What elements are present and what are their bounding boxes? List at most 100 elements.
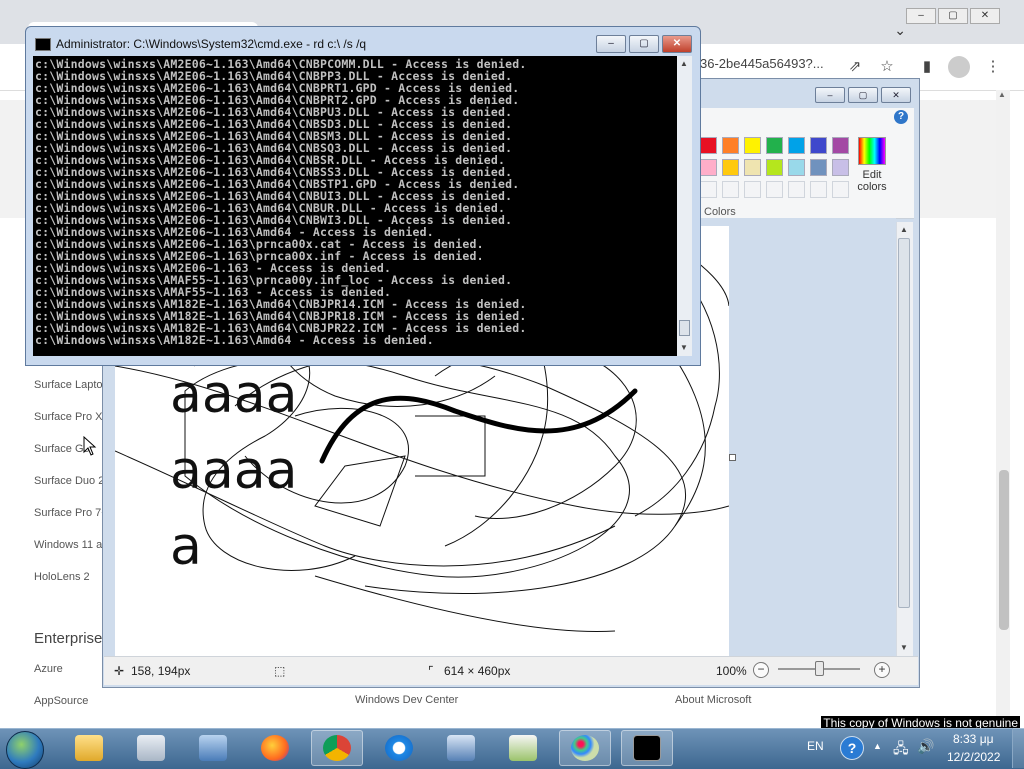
calculator-icon <box>137 735 165 761</box>
color-swatch[interactable] <box>788 159 805 176</box>
browser-window-controls: – ▢ ✕ <box>906 8 1000 24</box>
zoom-slider-thumb[interactable] <box>815 661 824 676</box>
color-swatch[interactable] <box>744 137 761 154</box>
edit-colors-label: Edit colors <box>857 169 887 193</box>
color-swatch[interactable] <box>788 137 805 154</box>
cmd-maximize-button[interactable]: ▢ <box>629 35 659 53</box>
zoom-out-button[interactable]: − <box>753 662 769 678</box>
cmd-window-title: Administrator: C:\Windows\System32\cmd.e… <box>56 37 367 51</box>
star-icon[interactable]: ☆ <box>876 56 898 78</box>
color-swatch[interactable] <box>832 159 849 176</box>
browser-scroll-thumb[interactable] <box>999 470 1009 630</box>
empty-color-swatch[interactable] <box>722 181 739 198</box>
chevron-down-icon[interactable]: ⌄ <box>894 22 906 39</box>
link-surface-duo[interactable]: Surface Duo 2 <box>34 475 104 487</box>
show-desktop-button[interactable] <box>1012 728 1024 768</box>
color-swatch[interactable] <box>766 137 783 154</box>
cmd-minimize-button[interactable]: – <box>596 35 626 53</box>
edit-colors-button[interactable]: Edit colors <box>852 134 892 204</box>
browser-scrollbar[interactable] <box>996 90 1010 728</box>
cursor-position: 158, 194px <box>131 664 191 678</box>
link-about-microsoft[interactable]: About Microsoft <box>675 694 751 706</box>
network-icon[interactable]: 🖧 <box>893 738 909 762</box>
link-surface-laptop[interactable]: Surface Laptop <box>34 379 109 391</box>
mouse-cursor-icon <box>83 436 97 456</box>
scroll-up-icon[interactable]: ▲ <box>900 225 908 234</box>
canvas-text-line-1: aaaa <box>170 365 297 425</box>
close-button[interactable]: ✕ <box>970 8 1000 24</box>
link-azure[interactable]: Azure <box>34 663 63 675</box>
link-windows-11[interactable]: Windows 11 a <box>34 539 102 551</box>
paint-status-bar: ✛ 158, 194px ⬚ ⌜ 614 × 460px 100% <box>104 656 918 685</box>
empty-color-swatch[interactable] <box>832 181 849 198</box>
zoom-in-button[interactable]: + <box>874 662 890 678</box>
profile-avatar[interactable] <box>948 56 970 78</box>
show-hidden-icons-icon[interactable]: ▲ <box>873 741 882 751</box>
empty-color-swatch[interactable] <box>810 181 827 198</box>
more-menu-icon[interactable]: ⋮ <box>982 56 1004 78</box>
language-indicator[interactable]: EN <box>807 739 824 753</box>
color-swatch[interactable] <box>766 159 783 176</box>
clock-date[interactable]: 12/2/2022 <box>947 750 1000 764</box>
enterprise-heading: Enterprise <box>34 630 103 647</box>
cmd-icon <box>633 735 661 761</box>
link-windows-dev-center[interactable]: Windows Dev Center <box>355 694 458 706</box>
volume-icon[interactable]: 🔊 <box>917 738 934 755</box>
help-icon[interactable]: ? <box>894 110 908 124</box>
paint-minimize-button[interactable]: – <box>815 87 845 103</box>
empty-color-swatch[interactable] <box>766 181 783 198</box>
windows-explorer-icon <box>75 735 103 761</box>
paint-icon <box>571 735 599 761</box>
scroll-up-icon[interactable]: ▲ <box>998 90 1006 99</box>
paint-close-button[interactable]: ✕ <box>881 87 911 103</box>
color-swatch[interactable] <box>700 137 717 154</box>
canvas-text-line-2: aaaa <box>170 441 297 501</box>
link-surface-go[interactable]: Surface Go <box>34 443 90 455</box>
rainbow-icon <box>858 137 886 165</box>
scroll-down-icon[interactable]: ▼ <box>900 643 908 652</box>
scroll-up-icon[interactable]: ▲ <box>680 59 688 68</box>
color-swatch[interactable] <box>832 137 849 154</box>
chart-app-icon <box>509 735 537 761</box>
chrome-icon <box>323 735 351 761</box>
empty-color-swatch[interactable] <box>788 181 805 198</box>
image-size-icon: ⌜ <box>428 664 434 678</box>
color-swatch[interactable] <box>700 159 717 176</box>
color-swatch[interactable] <box>810 159 827 176</box>
link-appsource[interactable]: AppSource <box>34 695 88 707</box>
resize-handle[interactable] <box>729 454 736 461</box>
scroll-down-icon[interactable]: ▼ <box>680 343 688 352</box>
side-panel-icon[interactable]: ▮ <box>916 56 938 78</box>
empty-color-swatch[interactable] <box>744 181 761 198</box>
remote-desktop-icon <box>199 735 227 761</box>
cursor-position-icon: ✛ <box>114 664 125 678</box>
cmd-console-output[interactable]: c:\Windows\winsxs\AM2E06~1.163\Amd64\CNB… <box>33 56 677 356</box>
firefox-icon <box>261 735 289 761</box>
color-swatch[interactable] <box>722 159 739 176</box>
link-surface-pro-7[interactable]: Surface Pro 7+ <box>34 507 108 519</box>
empty-color-swatch[interactable] <box>700 181 717 198</box>
color-swatch[interactable] <box>722 137 739 154</box>
paint-maximize-button[interactable]: ▢ <box>848 87 878 103</box>
start-button[interactable] <box>6 731 44 769</box>
cmd-scroll-thumb[interactable] <box>679 320 690 336</box>
color-swatch[interactable] <box>810 137 827 154</box>
link-hololens[interactable]: HoloLens 2 <box>34 571 90 583</box>
color-swatch[interactable] <box>744 159 761 176</box>
minimize-button[interactable]: – <box>906 8 936 24</box>
zoom-level: 100% <box>716 664 747 678</box>
maximize-button[interactable]: ▢ <box>938 8 968 24</box>
cmd-window-icon <box>35 38 51 51</box>
clock-time[interactable]: 8:33 μμ <box>953 732 994 746</box>
cmd-close-button[interactable]: ✕ <box>662 35 692 53</box>
selection-size-icon: ⬚ <box>274 664 286 678</box>
address-bar[interactable]: 36-2be445a56493?... <box>700 56 840 78</box>
help-tray-icon[interactable]: ? <box>840 736 864 760</box>
colors-group-label: Colors <box>704 206 736 218</box>
paint-scroll-thumb[interactable] <box>898 238 910 608</box>
link-surface-pro-x[interactable]: Surface Pro X <box>34 411 102 423</box>
cmd-vertical-scrollbar[interactable] <box>677 56 692 356</box>
network-scanner-icon <box>447 735 475 761</box>
canvas-text-line-3: a <box>170 517 202 577</box>
share-icon[interactable]: ⇗ <box>844 56 866 78</box>
